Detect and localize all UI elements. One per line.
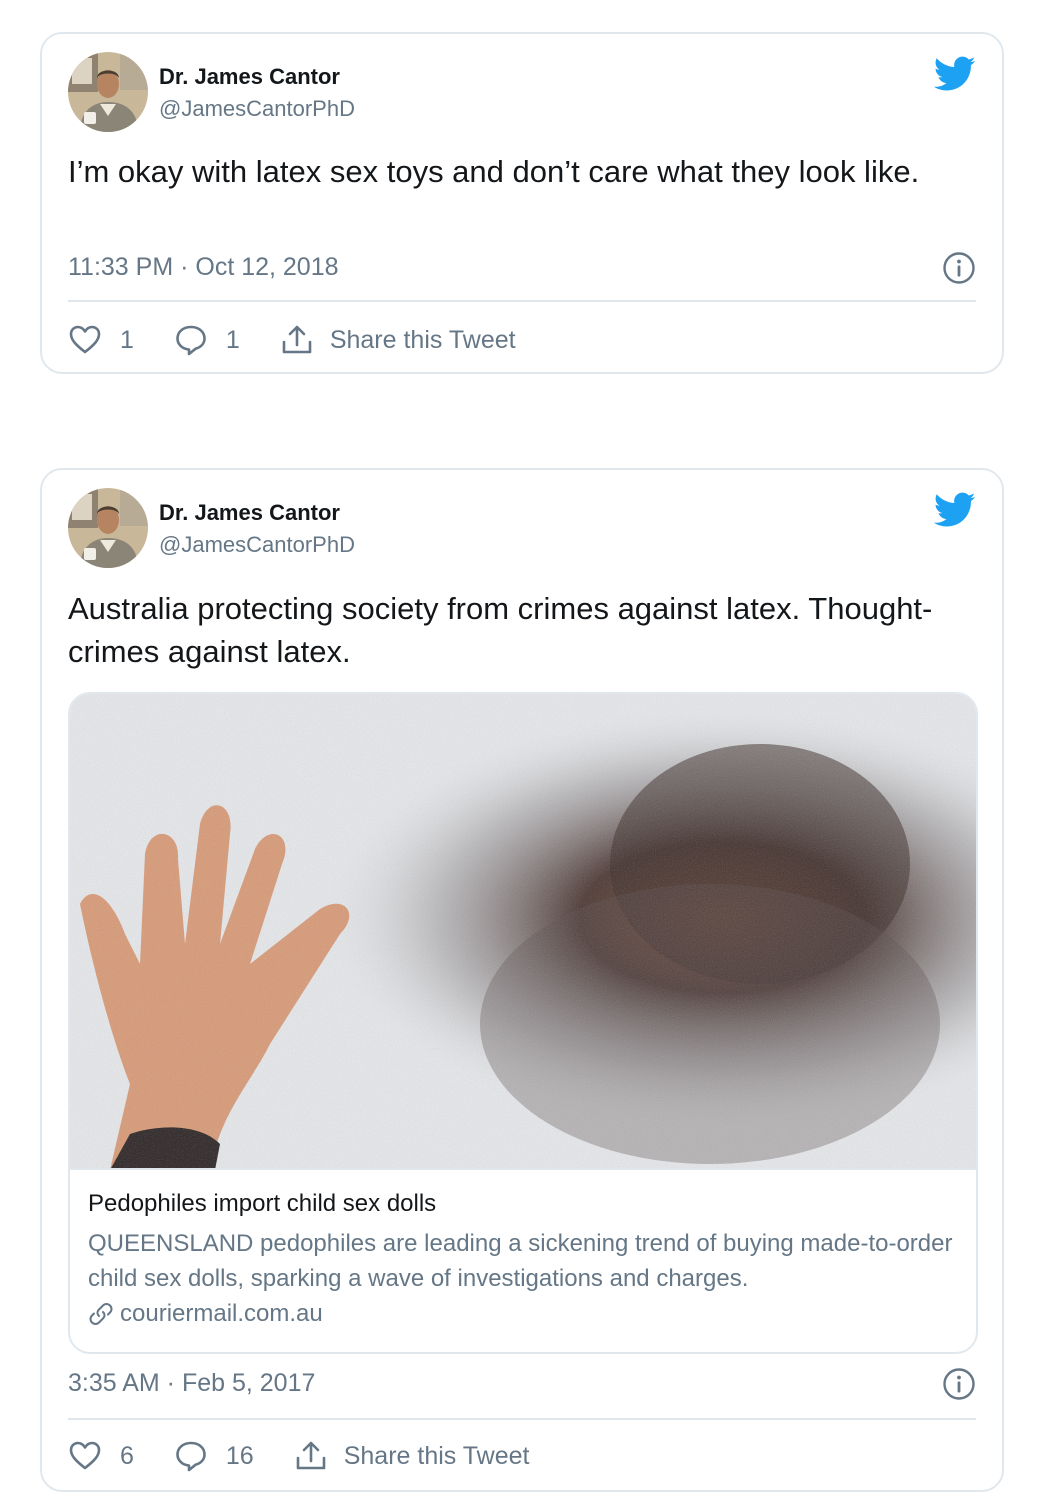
divider — [68, 300, 976, 302]
reply-count: 16 — [225, 1441, 254, 1470]
twitter-bird-icon[interactable] — [934, 56, 976, 92]
author-handle[interactable]: @JamesCantorPhD — [159, 532, 355, 558]
tweet-card[interactable]: Dr. James Cantor @JamesCantorPhD I’m oka… — [40, 32, 1004, 374]
tweet-timestamp[interactable]: 3:35 AM · Feb 5, 2017 — [68, 1369, 315, 1398]
divider — [68, 1418, 976, 1420]
tweet-card[interactable]: Dr. James Cantor @JamesCantorPhD Austral… — [40, 468, 1004, 1492]
twitter-bird-icon[interactable] — [934, 492, 976, 528]
share-button[interactable]: Share this Tweet — [280, 323, 516, 357]
share-button[interactable]: Share this Tweet — [294, 1439, 530, 1473]
link-title[interactable]: Pedophiles import child sex dolls — [88, 1190, 436, 1218]
tweet-timestamp[interactable]: 11:33 PM · Oct 12, 2018 — [68, 253, 339, 282]
heart-icon — [68, 323, 102, 357]
link-domain[interactable]: couriermail.com.au — [88, 1300, 323, 1328]
info-icon[interactable] — [942, 1367, 976, 1401]
reply-icon — [174, 323, 208, 357]
reply-button[interactable]: 1 — [174, 323, 240, 357]
share-icon — [294, 1439, 328, 1473]
share-label: Share this Tweet — [329, 325, 516, 354]
tweet-actions: 6 16 Share this Tweet — [68, 1436, 529, 1476]
tweet-text: Australia protecting society from crimes… — [68, 591, 933, 669]
share-icon — [280, 323, 314, 357]
avatar[interactable] — [68, 488, 148, 568]
author-name[interactable]: Dr. James Cantor — [159, 64, 340, 90]
tweet-actions: 1 1 Share this Tweet — [68, 320, 516, 360]
reply-count: 1 — [225, 325, 240, 354]
share-label: Share this Tweet — [343, 1441, 530, 1470]
like-count: 1 — [120, 325, 134, 354]
like-button[interactable]: 1 — [68, 323, 134, 357]
author-handle[interactable]: @JamesCantorPhD — [159, 96, 355, 122]
like-count: 6 — [120, 1441, 134, 1470]
link-preview-card[interactable]: Pedophiles import child sex dolls QUEENS… — [68, 692, 978, 1354]
avatar[interactable] — [68, 52, 148, 132]
tweet-text: I’m okay with latex sex toys and don’t c… — [68, 154, 920, 189]
heart-icon — [68, 1439, 102, 1473]
link-icon — [88, 1301, 114, 1327]
info-icon[interactable] — [942, 251, 976, 285]
author-name[interactable]: Dr. James Cantor — [159, 500, 340, 526]
link-description: QUEENSLAND pedophiles are leading a sick… — [88, 1230, 953, 1292]
reply-button[interactable]: 16 — [174, 1439, 254, 1473]
link-domain-text: couriermail.com.au — [120, 1300, 323, 1327]
reply-icon — [174, 1439, 208, 1473]
link-preview-image[interactable] — [70, 694, 976, 1170]
like-button[interactable]: 6 — [68, 1439, 134, 1473]
